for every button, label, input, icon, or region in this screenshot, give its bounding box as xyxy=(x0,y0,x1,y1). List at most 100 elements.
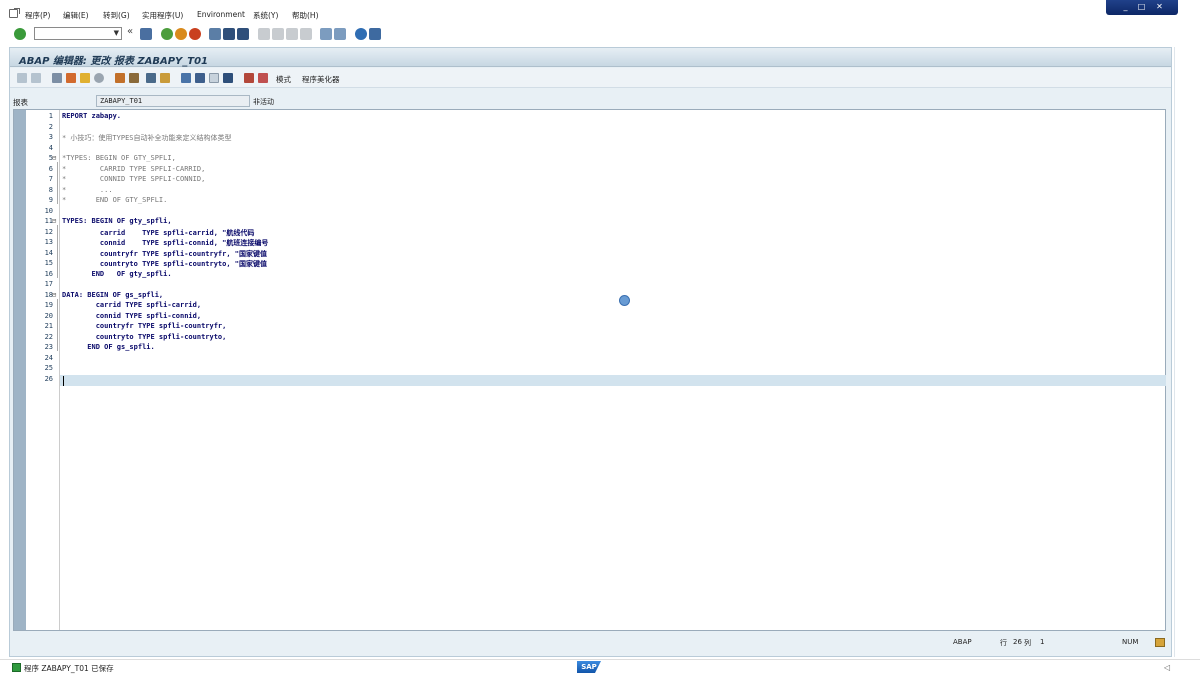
cancel-icon[interactable] xyxy=(189,28,201,40)
code-editor[interactable]: 1 2 3 4 5 6 7 8 9 10 11 12 13 14 15 16 17 18 19 20 21 22 23 24 2… xyxy=(13,109,1166,631)
prev-page-icon[interactable] xyxy=(272,28,284,40)
arrow-right-icon[interactable] xyxy=(31,73,41,83)
col-label: 列 xyxy=(1024,639,1031,647)
code-line: countryto TYPE spfli-countryto, "国家键值 xyxy=(62,260,268,268)
code-line: connid TYPE spfli-connid, "航班连接编号 xyxy=(62,239,269,247)
sap-logo: SAP xyxy=(577,661,601,673)
code-line: END OF gty_spfli. xyxy=(62,269,172,278)
success-icon xyxy=(12,663,21,672)
line-number: 3 xyxy=(48,133,53,141)
fold-toggle-icon[interactable]: ⊟ xyxy=(52,291,56,299)
line-number: 6 xyxy=(48,164,53,173)
menu-system[interactable]: 系统(Y) xyxy=(253,10,278,21)
vertical-scrollbar[interactable] xyxy=(1174,47,1175,657)
mode-button[interactable]: 模式 xyxy=(276,74,291,85)
settings-icon[interactable] xyxy=(1155,638,1165,647)
save-icon[interactable] xyxy=(140,28,152,40)
code-line: * CONNID TYPE SPFLI-CONNID, xyxy=(62,175,206,183)
language-indicator: ABAP xyxy=(953,638,972,646)
line-number: 15 xyxy=(44,259,53,267)
first-page-icon[interactable] xyxy=(258,28,270,40)
restore-icon[interactable]: □ xyxy=(1136,2,1147,12)
col-value: 1 xyxy=(1040,638,1045,646)
external-breakpoint-icon[interactable] xyxy=(258,73,268,83)
line-number: 9 xyxy=(48,196,53,204)
line-numbers: 1 2 3 4 5 6 7 8 9 10 11 12 13 14 15 16 17 18 19 20 21 22 23 24 2… xyxy=(26,110,60,630)
command-field[interactable]: ▼ xyxy=(34,27,122,40)
program-label: 报表 xyxy=(13,98,28,107)
menu-bar: 程序(P) 编辑(E) 转到(G) 实用程序(U) Environment 系统… xyxy=(0,6,1200,24)
code-line: * ... xyxy=(62,185,113,194)
exit-icon[interactable] xyxy=(175,28,187,40)
code-line: countryto TYPE spfli-countryto, xyxy=(62,332,227,341)
test-icon[interactable] xyxy=(129,73,139,83)
last-page-icon[interactable] xyxy=(300,28,312,40)
activate-icon[interactable] xyxy=(115,73,125,83)
line-number: 4 xyxy=(48,143,53,152)
program-name-field[interactable]: ZABAPY_T01 xyxy=(96,95,250,107)
line-number: 7 xyxy=(48,175,53,183)
menu-help[interactable]: 帮助(H) xyxy=(292,10,319,21)
info-icon[interactable] xyxy=(223,73,233,83)
code-line: * CARRID TYPE SPFLI-CARRID, xyxy=(62,164,206,173)
back-icon[interactable] xyxy=(161,28,173,40)
where-used-icon[interactable] xyxy=(146,73,156,83)
fold-guide xyxy=(57,162,58,204)
pretty-printer-button[interactable]: 程序美化器 xyxy=(302,74,340,85)
line-number: 2 xyxy=(48,122,53,131)
menu-program[interactable]: 程序(P) xyxy=(25,10,50,21)
find-next-icon[interactable] xyxy=(237,28,249,40)
code-line: END OF gs_spfli. xyxy=(62,343,155,351)
object-list-icon[interactable] xyxy=(160,73,170,83)
resize-icon[interactable]: ◁ xyxy=(1164,663,1170,672)
application-toolbar: 模式 程序美化器 xyxy=(10,68,1171,88)
chevron-down-icon[interactable]: ▼ xyxy=(114,29,119,37)
menu-icon[interactable] xyxy=(9,8,20,18)
other-object-icon[interactable] xyxy=(80,73,90,83)
line-number: 25 xyxy=(44,364,53,372)
new-session-icon[interactable] xyxy=(320,28,332,40)
shortcut-icon[interactable] xyxy=(334,28,346,40)
line-number: 20 xyxy=(44,311,53,320)
menu-environment[interactable]: Environment xyxy=(197,10,245,19)
current-line-highlight xyxy=(60,375,1166,386)
next-page-icon[interactable] xyxy=(286,28,298,40)
fold-toggle-icon[interactable]: ⊟ xyxy=(52,154,56,162)
line-number: 24 xyxy=(44,353,53,362)
active-inactive-icon[interactable] xyxy=(66,73,76,83)
collapse-icon[interactable]: « xyxy=(127,26,135,38)
find-icon[interactable] xyxy=(223,28,235,40)
menu-utilities[interactable]: 实用程序(U) xyxy=(142,10,183,21)
line-number: 17 xyxy=(44,280,53,288)
line-number: 14 xyxy=(44,248,53,257)
fold-toggle-icon[interactable]: ⊟ xyxy=(52,217,56,225)
code-line: REPORT zabapy. xyxy=(62,112,122,120)
line-number: 13 xyxy=(44,238,53,246)
print-icon[interactable] xyxy=(209,28,221,40)
display-change-icon[interactable] xyxy=(52,73,62,83)
breakpoint-icon[interactable] xyxy=(244,73,254,83)
code-line: carrid TYPE spfli-carrid, "航线代码 xyxy=(62,228,255,237)
enter-icon[interactable] xyxy=(14,28,26,40)
menu-edit[interactable]: 编辑(E) xyxy=(63,10,89,21)
status-message: 程序 ZABAPY_T01 已保存 xyxy=(24,664,114,673)
minimize-icon[interactable]: _ xyxy=(1120,2,1131,12)
standard-toolbar: « xyxy=(0,25,1200,43)
help-icon[interactable] xyxy=(355,28,367,40)
navigation-icon[interactable] xyxy=(195,73,205,83)
menu-goto[interactable]: 转到(G) xyxy=(103,10,130,21)
line-number: 26 xyxy=(44,374,53,383)
status-bar: 程序 ZABAPY_T01 已保存 SAP ◁ xyxy=(0,659,1200,675)
arrow-left-icon[interactable] xyxy=(17,73,27,83)
window-icon[interactable] xyxy=(209,73,219,83)
program-status: 非活动 xyxy=(253,98,274,106)
code-line: TYPES: BEGIN OF gty_spfli, xyxy=(62,217,172,225)
check-icon[interactable] xyxy=(94,73,104,83)
hierarchy-icon[interactable] xyxy=(181,73,191,83)
line-number: 12 xyxy=(44,227,53,236)
close-icon[interactable]: ✕ xyxy=(1154,2,1165,12)
layout-icon[interactable] xyxy=(369,28,381,40)
line-number: 23 xyxy=(44,343,53,351)
line-number: 10 xyxy=(44,206,53,215)
line-number: 22 xyxy=(44,332,53,341)
